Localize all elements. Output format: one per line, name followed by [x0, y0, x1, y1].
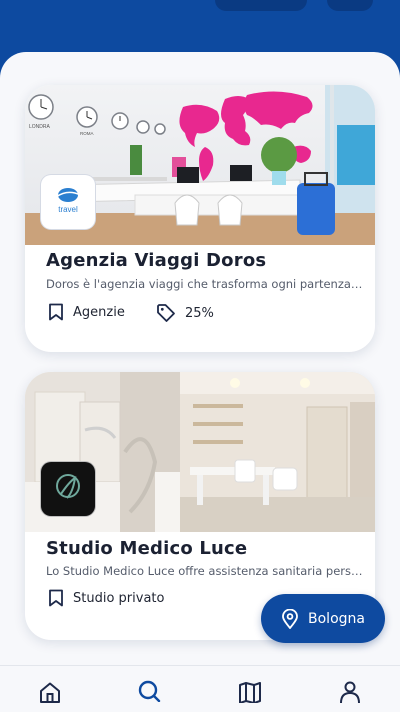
svg-text:LONDRA: LONDRA — [29, 124, 51, 130]
category-label: Studio privato — [73, 590, 165, 606]
location-label: Bologna — [308, 610, 365, 627]
listing-description: Doros è l'agenzia viaggi che trasforma o… — [46, 277, 364, 291]
listing-card-travel-agency[interactable]: LONDRA ROMA travel Agenzia Viaggi Doros … — [25, 85, 375, 352]
location-button[interactable]: Bologna — [261, 594, 385, 643]
category-tag: Agenzie — [48, 303, 125, 321]
listing-title: Studio Medico Luce — [46, 538, 248, 559]
map-pin-icon — [282, 608, 298, 629]
header-action-button[interactable] — [215, 0, 307, 11]
discount-tag-icon — [157, 304, 175, 322]
search-icon[interactable] — [137, 680, 161, 702]
svg-text:travel: travel — [58, 205, 78, 214]
svg-text:ROMA: ROMA — [80, 131, 94, 136]
travel-agency-logo: travel — [41, 175, 95, 229]
bookmark-icon — [49, 303, 63, 321]
listing-title: Agenzia Viaggi Doros — [46, 250, 267, 271]
discount-tag: 25% — [156, 303, 214, 323]
category-label: Agenzie — [73, 304, 125, 320]
discount-label: 25% — [185, 305, 214, 321]
listing-description: Lo Studio Medico Luce offre assistenza s… — [46, 564, 364, 578]
bookmark-icon — [49, 589, 63, 607]
bottom-navigation — [0, 665, 400, 703]
header-icon-button[interactable] — [327, 0, 373, 11]
medical-studio-logo — [41, 462, 95, 516]
category-tag: Studio privato — [48, 589, 164, 607]
